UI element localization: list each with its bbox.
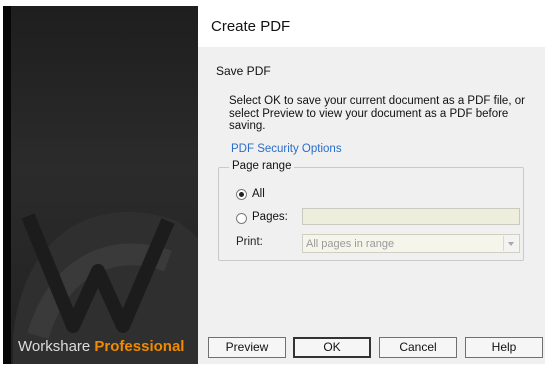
brand-sidebar: Workshare Professional xyxy=(3,6,198,364)
cancel-button[interactable]: Cancel xyxy=(379,337,457,358)
section-heading: Save PDF xyxy=(216,64,271,78)
chevron-down-icon[interactable] xyxy=(503,236,518,251)
radio-all-label: All xyxy=(252,188,265,200)
radio-all[interactable] xyxy=(236,189,247,200)
dialog-title: Create PDF xyxy=(211,18,291,35)
instructions-text: Select OK to save your current document … xyxy=(229,95,525,132)
pdf-security-options-link[interactable]: PDF Security Options xyxy=(231,143,342,155)
brand-edition: Professional xyxy=(94,338,185,355)
radio-pages-label: Pages: xyxy=(252,211,288,223)
radio-pages[interactable] xyxy=(236,213,247,224)
pages-input[interactable] xyxy=(302,208,520,225)
dialog-header: Create PDF xyxy=(198,6,545,47)
help-button[interactable]: Help xyxy=(465,337,543,358)
button-bar: Preview OK Cancel Help xyxy=(198,327,545,364)
print-label: Print: xyxy=(236,236,263,248)
workshare-logo-icon xyxy=(13,211,198,364)
brand-text: Workshare Professional xyxy=(18,338,184,355)
page-range-legend: Page range xyxy=(229,160,295,172)
dialog-pane: Create PDF Save PDF Select OK to save yo… xyxy=(198,6,545,364)
print-select-value: All pages in range xyxy=(306,238,395,250)
ok-button[interactable]: OK xyxy=(293,337,371,358)
page-range-group: Page range All Pages: Print: All pages i… xyxy=(218,160,524,261)
print-select[interactable]: All pages in range xyxy=(302,234,520,253)
create-pdf-window: Workshare Professional Create PDF Save P… xyxy=(0,0,545,366)
preview-button[interactable]: Preview xyxy=(208,337,286,358)
brand-name: Workshare xyxy=(18,338,91,355)
